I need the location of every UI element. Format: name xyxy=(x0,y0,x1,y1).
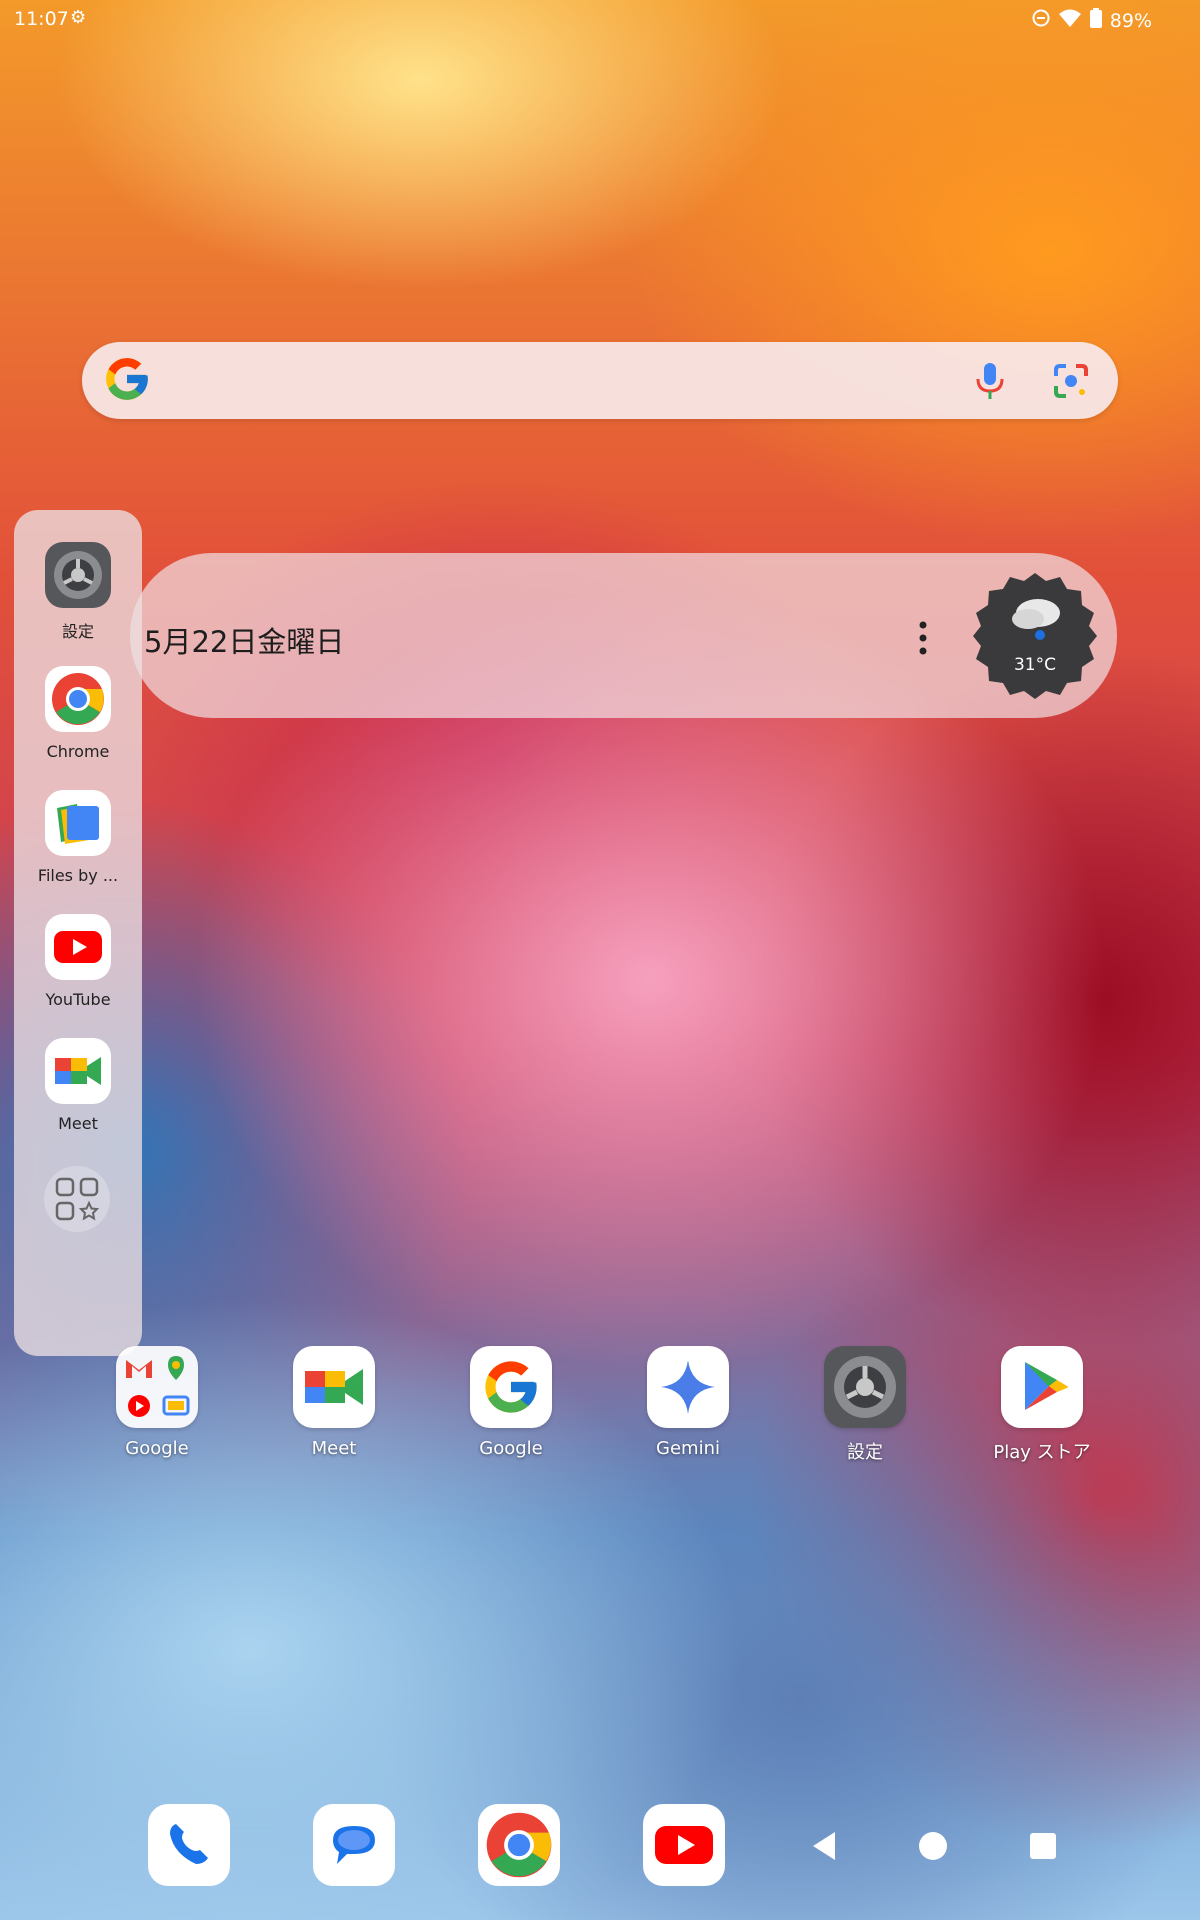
nav-home-icon[interactable] xyxy=(913,1826,953,1866)
maps-icon xyxy=(168,1356,184,1380)
all-apps-button[interactable] xyxy=(44,1166,110,1232)
gemini-icon xyxy=(647,1346,729,1428)
date-label: 5月22日金曜日 xyxy=(144,625,345,659)
meet-icon xyxy=(293,1346,375,1428)
settings-gear-icon xyxy=(45,542,111,608)
dock-phone[interactable] xyxy=(148,1804,230,1886)
sidebar-item-label: Chrome xyxy=(46,742,110,761)
app-label: 設定 xyxy=(847,1442,883,1463)
more-options-icon[interactable] xyxy=(913,618,933,658)
youtube-icon xyxy=(45,914,111,980)
settings-status-icon: ⚙ xyxy=(70,7,87,28)
sidebar-item-chrome[interactable]: Chrome xyxy=(14,666,142,761)
app-meet[interactable]: Meet xyxy=(259,1346,409,1459)
sidebar-item-settings[interactable]: 設定 xyxy=(14,542,142,642)
nav-back-icon[interactable] xyxy=(805,1826,845,1866)
battery-percent: 89% xyxy=(1109,9,1152,32)
voice-search-icon[interactable] xyxy=(970,360,1010,402)
side-app-panel: 設定 Chrome Files by ... YouTube Meet xyxy=(14,510,142,1356)
sidebar-item-meet[interactable]: Meet xyxy=(14,1038,142,1133)
nav-recents-icon[interactable] xyxy=(1023,1826,1063,1866)
status-bar: 11:07 ⚙ 89% xyxy=(0,0,1200,40)
status-time: 11:07 xyxy=(14,8,69,30)
google-icon xyxy=(470,1346,552,1428)
sidebar-item-label: Meet xyxy=(58,1114,98,1133)
phone-icon xyxy=(170,1824,208,1864)
dock-messages[interactable] xyxy=(313,1804,395,1886)
dock-chrome[interactable] xyxy=(478,1804,560,1886)
files-icon xyxy=(45,790,111,856)
app-label: Play ストア xyxy=(993,1442,1091,1463)
app-label: Gemini xyxy=(656,1438,720,1459)
app-label: Meet xyxy=(311,1438,357,1459)
settings-gear-icon xyxy=(824,1346,906,1428)
battery-icon xyxy=(1089,8,1102,33)
google-lens-icon[interactable] xyxy=(1050,360,1092,402)
app-gemini[interactable]: Gemini xyxy=(613,1346,763,1459)
sidebar-item-label: YouTube xyxy=(45,990,111,1009)
wifi-icon xyxy=(1058,8,1082,33)
youtube-icon xyxy=(655,1826,713,1864)
gmail-icon xyxy=(126,1360,152,1378)
app-play-store[interactable]: Play ストア xyxy=(967,1346,1117,1464)
do-not-disturb-icon xyxy=(1032,9,1050,32)
google-tv-icon xyxy=(162,1395,190,1416)
date-weather-widget[interactable]: 5月22日金曜日 31°C xyxy=(130,553,1117,718)
chrome-icon xyxy=(45,666,111,732)
app-label: Google xyxy=(125,1438,189,1459)
weather-badge-shape xyxy=(973,573,1097,699)
app-label: Google xyxy=(479,1438,543,1459)
status-icons: 89% xyxy=(1032,8,1152,33)
sidebar-item-label: 設定 xyxy=(61,622,94,641)
all-apps-icon xyxy=(55,1177,100,1221)
app-google[interactable]: Google xyxy=(436,1346,586,1459)
chrome-icon xyxy=(486,1812,552,1878)
weather-temperature: 31°C xyxy=(1013,655,1056,675)
google-apps-folder-icon xyxy=(116,1346,198,1428)
sidebar-item-files[interactable]: Files by ... xyxy=(14,790,142,885)
messages-icon xyxy=(333,1826,375,1864)
meet-icon xyxy=(45,1038,111,1104)
app-settings[interactable]: 設定 xyxy=(790,1346,940,1464)
weather-badge[interactable]: 31°C xyxy=(970,571,1100,701)
google-g-icon xyxy=(106,358,148,400)
play-store-icon xyxy=(1001,1346,1083,1428)
sidebar-item-label: Files by ... xyxy=(37,866,119,885)
sidebar-item-youtube[interactable]: YouTube xyxy=(14,914,142,1009)
dock-youtube[interactable] xyxy=(643,1804,725,1886)
youtube-music-icon xyxy=(128,1395,150,1417)
google-folder[interactable]: Google xyxy=(82,1346,232,1459)
google-search-bar[interactable] xyxy=(82,342,1118,419)
